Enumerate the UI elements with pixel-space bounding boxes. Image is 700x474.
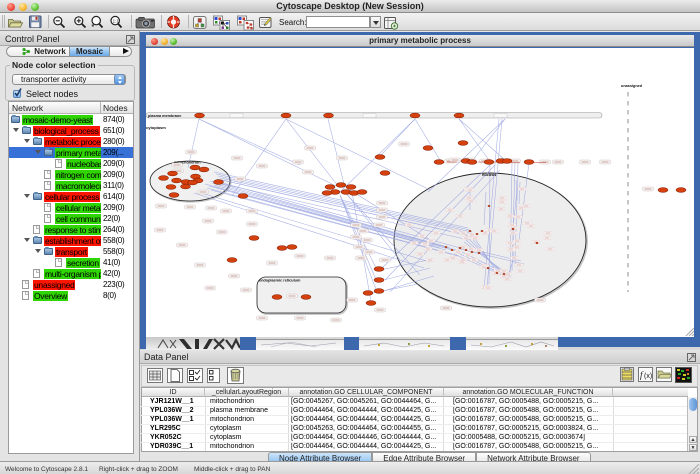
svg-text:unassigned: unassigned bbox=[621, 84, 643, 88]
svg-text:(x): (x) bbox=[644, 373, 652, 380]
svg-text:cytoplasm: cytoplasm bbox=[146, 125, 166, 130]
svg-text:endoplasmic reticulum: endoplasmic reticulum bbox=[259, 279, 301, 283]
svg-text:plasma membrane: plasma membrane bbox=[148, 114, 181, 118]
svg-text:nucleus: nucleus bbox=[482, 173, 496, 177]
svg-text:1:1: 1:1 bbox=[113, 18, 120, 23]
